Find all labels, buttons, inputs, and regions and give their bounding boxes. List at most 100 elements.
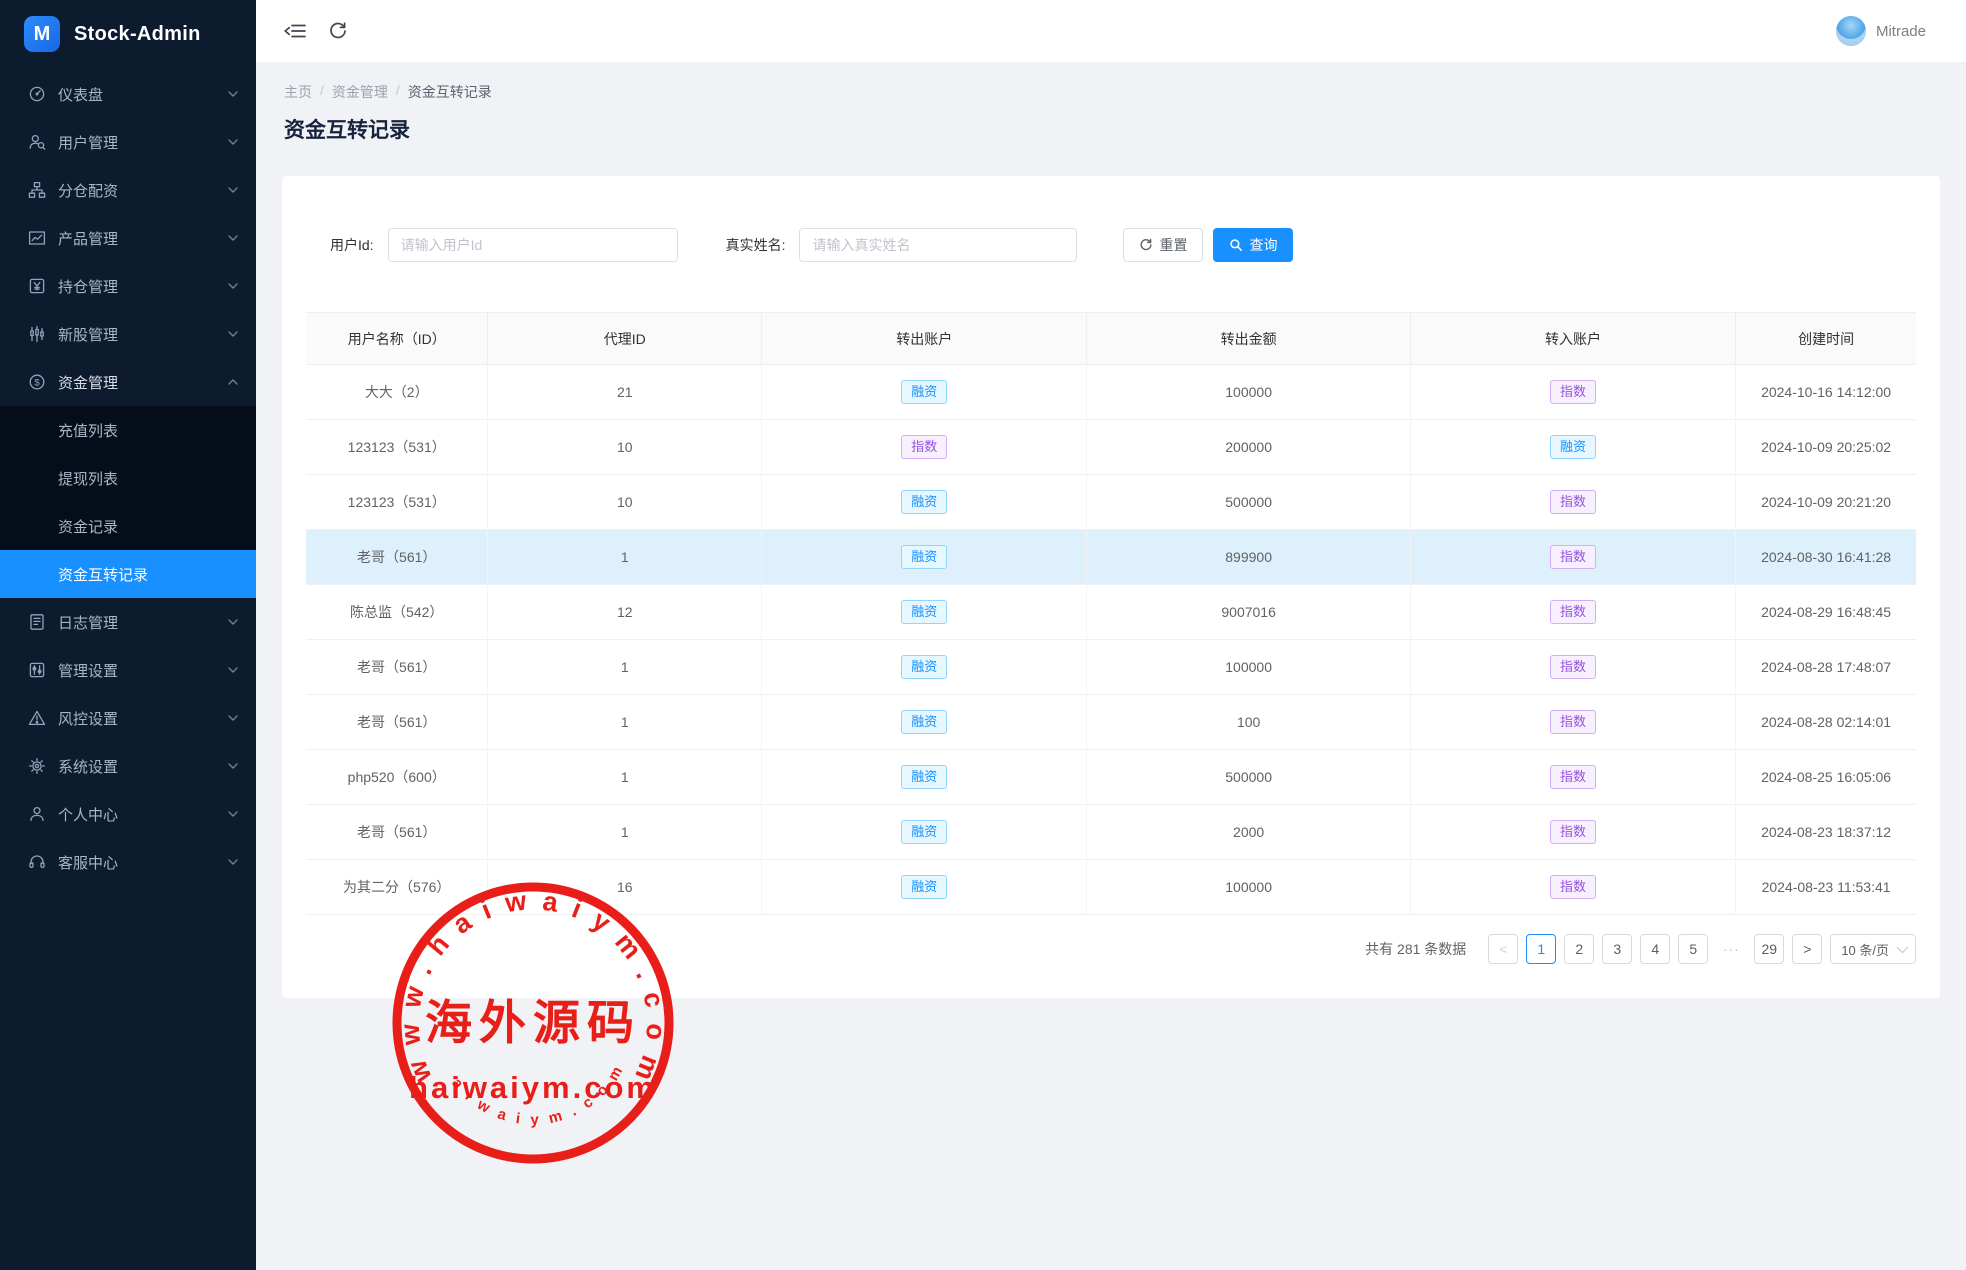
created-at-cell: 2024-08-23 18:37:12 [1736,805,1916,860]
prev-page-button[interactable]: < [1488,934,1518,964]
breadcrumb-home[interactable]: 主页 [284,82,312,102]
page-button-29[interactable]: 29 [1754,934,1784,964]
sidebar-item-label: 客服中心 [58,852,228,873]
in-account-cell: 融资 [1410,420,1735,475]
page-size-select[interactable]: 10 条/页 [1830,934,1916,964]
table-row[interactable]: 陈总监（542）12融资9007016指数2024-08-29 16:48:45 [306,585,1916,640]
sidebar-item-system-settings[interactable]: 系统设置 [0,742,256,790]
table-row[interactable]: 老哥（561）1融资100指数2024-08-28 02:14:01 [306,695,1916,750]
user-id-input[interactable] [388,228,678,262]
user-name-cell: 老哥（561） [306,695,488,750]
amount-cell: 100 [1087,695,1411,750]
dashboard-icon [28,85,46,103]
pagination: 共有 281 条数据 < 12345···29 > 10 条/页 [306,934,1916,964]
next-page-button[interactable]: > [1792,934,1822,964]
amount-cell: 500000 [1087,750,1411,805]
username: Mitrade [1876,23,1926,40]
page-button-1[interactable]: 1 [1526,934,1556,964]
reset-button[interactable]: 重置 [1123,228,1203,262]
chevron-down-icon [228,187,238,193]
app-title: Stock-Admin [74,23,201,46]
sidebar: M Stock-Admin 仪表盘用户管理分仓配资产品管理持仓管理新股管理$资金… [0,0,256,1270]
sidebar-item-product-management[interactable]: 产品管理 [0,214,256,262]
col-user-name: 用户名称（ID） [306,313,488,365]
sidebar-subitem-fund-records[interactable]: 资金记录 [0,502,256,550]
page-ellipsis[interactable]: ··· [1716,934,1746,964]
out-account-cell: 融资 [762,695,1087,750]
table-row[interactable]: 老哥（561）1融资2000指数2024-08-23 18:37:12 [306,805,1916,860]
table-row[interactable]: php520（600）1融资500000指数2024-08-25 16:05:0… [306,750,1916,805]
page-button-3[interactable]: 3 [1602,934,1632,964]
user-name-cell: 陈总监（542） [306,585,488,640]
user-id-label: 用户Id: [330,235,374,255]
sidebar-subitem-recharge-list[interactable]: 充值列表 [0,406,256,454]
table-header-row: 用户名称（ID） 代理ID 转出账户 转出金额 转入账户 创建时间 [306,313,1916,365]
chevron-down-icon [1897,942,1908,953]
col-in-account: 转入账户 [1410,313,1735,365]
records-table: 用户名称（ID） 代理ID 转出账户 转出金额 转入账户 创建时间 大大（2）2… [306,312,1916,915]
sidebar-item-support-center[interactable]: 客服中心 [0,838,256,886]
search-button[interactable]: 查询 [1213,228,1293,262]
filter-bar: 用户Id: 真实姓名: 重置 查询 [330,228,1916,262]
page-button-4[interactable]: 4 [1640,934,1670,964]
chevron-up-icon [228,379,238,385]
sidebar-item-label: 个人中心 [58,804,228,825]
sidebar-item-risk-settings[interactable]: 风控设置 [0,694,256,742]
chevron-down-icon [228,811,238,817]
sidebar-item-position-management[interactable]: 持仓管理 [0,262,256,310]
reset-refresh-icon [1139,238,1153,252]
sidebar-item-personal-center[interactable]: 个人中心 [0,790,256,838]
amount-cell: 500000 [1087,475,1411,530]
created-at-cell: 2024-08-28 17:48:07 [1736,640,1916,695]
sidebar-item-admin-settings[interactable]: 管理设置 [0,646,256,694]
sidebar-item-user-management[interactable]: 用户管理 [0,118,256,166]
collapse-sidebar-icon[interactable] [284,21,306,41]
table-row[interactable]: 老哥（561）1融资100000指数2024-08-28 17:48:07 [306,640,1916,695]
refresh-icon[interactable] [328,21,350,41]
amount-cell: 9007016 [1087,585,1411,640]
real-name-input[interactable] [799,228,1077,262]
agent-id-cell: 10 [488,420,762,475]
table-row[interactable]: 老哥（561）1融资899900指数2024-08-30 16:41:28 [306,530,1916,585]
out-account-cell: 融资 [762,750,1087,805]
page-button-5[interactable]: 5 [1678,934,1708,964]
sidebar-subitem-fund-transfer-records[interactable]: 资金互转记录 [0,550,256,598]
chevron-down-icon [228,235,238,241]
sidebar-item-label: 分仓配资 [58,180,228,201]
sidebar-item-dashboard[interactable]: 仪表盘 [0,70,256,118]
out-account-cell: 指数 [762,420,1087,475]
user-menu[interactable]: Mitrade [1836,16,1926,46]
chevron-down-icon [228,331,238,337]
sidebar-item-fund-management[interactable]: $资金管理 [0,358,256,406]
sidebar-nav: 仪表盘用户管理分仓配资产品管理持仓管理新股管理$资金管理充值列表提现列表资金记录… [0,70,256,886]
in-account-tag: 指数 [1550,875,1596,900]
sidebar-item-warehouse-allocation[interactable]: 分仓配资 [0,166,256,214]
in-account-cell: 指数 [1410,640,1735,695]
sidebar-subitem-withdraw-list[interactable]: 提现列表 [0,454,256,502]
page-button-2[interactable]: 2 [1564,934,1594,964]
product-chart-icon [28,229,46,247]
table-row[interactable]: 大大（2）21融资100000指数2024-10-16 14:12:00 [306,365,1916,420]
user-name-cell: 老哥（561） [306,530,488,585]
amount-cell: 100000 [1087,365,1411,420]
breadcrumb-fund-management[interactable]: 资金管理 [332,82,388,102]
table-row[interactable]: 123123（531）10指数200000融资2024-10-09 20:25:… [306,420,1916,475]
col-created-at: 创建时间 [1736,313,1916,365]
table-row[interactable]: 123123（531）10融资500000指数2024-10-09 20:21:… [306,475,1916,530]
out-account-tag: 融资 [901,380,947,405]
sidebar-item-log-management[interactable]: 日志管理 [0,598,256,646]
in-account-tag: 指数 [1550,545,1596,570]
col-out-account: 转出账户 [762,313,1087,365]
sidebar-item-new-stock-management[interactable]: 新股管理 [0,310,256,358]
submenu-fund-management: 充值列表提现列表资金记录资金互转记录 [0,406,256,598]
table-row[interactable]: 为其二分（576）16融资100000指数2024-08-23 11:53:41 [306,860,1916,915]
out-account-cell: 融资 [762,585,1087,640]
agent-id-cell: 1 [488,695,762,750]
svg-text:$: $ [34,377,40,388]
chevron-down-icon [228,667,238,673]
user-search-icon [28,133,46,151]
logo-row: M Stock-Admin [0,0,256,68]
in-account-tag: 融资 [1550,435,1596,460]
amount-cell: 2000 [1087,805,1411,860]
logs-icon [28,613,46,631]
